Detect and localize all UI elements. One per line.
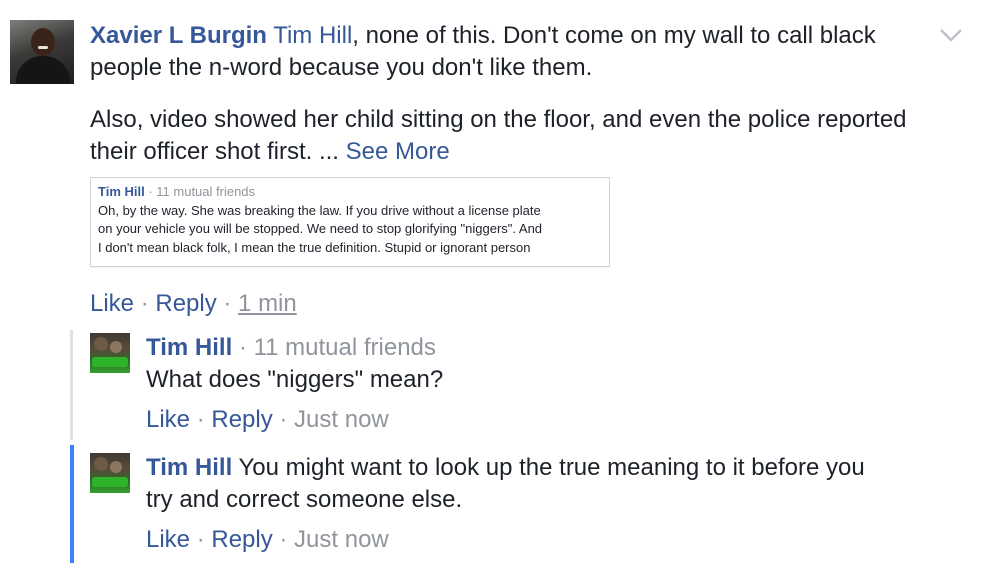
- reply-link[interactable]: Reply: [155, 290, 216, 317]
- timestamp[interactable]: Just now: [294, 406, 389, 433]
- quote-line-3: I don't mean black folk, I mean the true…: [98, 239, 531, 255]
- comment-line-1: Xavier L Burgin Tim Hill, none of this. …: [90, 20, 950, 52]
- like-link[interactable]: Like: [90, 290, 134, 317]
- reply-author[interactable]: Tim Hill: [146, 334, 232, 361]
- avatar-detail: [92, 357, 128, 367]
- avatar-detail: [110, 341, 122, 353]
- quote-line-2: on your vehicle you will be stopped. We …: [98, 221, 543, 236]
- reply-1-header: Tim Hill · 11 mutual friends: [146, 332, 443, 364]
- separator: ·: [272, 526, 295, 553]
- quote-meta: · 11 mutual friends: [144, 184, 256, 199]
- timestamp[interactable]: Just now: [294, 526, 389, 553]
- like-link[interactable]: Like: [146, 406, 190, 433]
- see-more-link[interactable]: See More: [346, 138, 450, 165]
- separator: ·: [190, 526, 212, 553]
- comment-mention[interactable]: Tim Hill: [273, 22, 352, 49]
- quoted-comment-image: Tim Hill · 11 mutual friends Oh, by the …: [90, 177, 610, 267]
- reply-author[interactable]: Tim Hill: [146, 454, 232, 481]
- reply-link[interactable]: Reply: [211, 406, 272, 433]
- reply-avatar[interactable]: [90, 453, 130, 493]
- reply-1-actions: Like · Reply · Just now: [146, 405, 389, 435]
- reply-1-body: Tim Hill · 11 mutual friends What does "…: [146, 332, 443, 396]
- timestamp-link[interactable]: 1 min: [238, 290, 297, 317]
- comment-para2-text: their officer shot first. ...: [90, 138, 339, 165]
- quote-name: Tim Hill: [98, 184, 145, 199]
- avatar-smile: [38, 46, 48, 49]
- reply-1-text: What does "niggers" mean?: [146, 366, 444, 393]
- like-link[interactable]: Like: [146, 526, 190, 553]
- separator: ·: [216, 290, 239, 317]
- comment-actions: Like · Reply · 1 min: [90, 289, 297, 319]
- separator: ·: [272, 406, 295, 433]
- reply-2-line-2: try and correct someone else.: [146, 486, 463, 513]
- comment-para2-line-1: Also, video showed her child sitting on …: [90, 106, 907, 133]
- quote-line-1: Oh, by the way. She was breaking the law…: [98, 202, 541, 218]
- reply-2-body: Tim Hill You might want to look up the t…: [146, 452, 966, 516]
- separator: ·: [190, 406, 212, 433]
- avatar[interactable]: [10, 20, 74, 84]
- comment-paragraph-2: Also, video showed her child sitting on …: [90, 104, 970, 168]
- avatar-detail: [92, 477, 128, 487]
- reply-2-actions: Like · Reply · Just now: [146, 525, 389, 555]
- separator: ·: [134, 290, 156, 317]
- comment-line-2: people the n-word because you don't like…: [90, 54, 593, 81]
- avatar-detail: [94, 457, 108, 471]
- comment-text-1: , none of this. Don't come on my wall to…: [352, 22, 876, 49]
- reply-2-line-1: Tim Hill You might want to look up the t…: [146, 452, 966, 484]
- comment-body: Xavier L Burgin Tim Hill, none of this. …: [90, 20, 950, 84]
- avatar-detail: [110, 461, 122, 473]
- reply-avatar[interactable]: [90, 333, 130, 373]
- comment-author[interactable]: Xavier L Burgin: [90, 22, 267, 49]
- reply-mutual-friends: · 11 mutual friends: [238, 334, 436, 361]
- avatar-detail: [94, 337, 108, 351]
- thread-line-active: [70, 445, 74, 563]
- avatar-shoulders: [16, 56, 70, 84]
- quote-header: Tim Hill · 11 mutual friends: [98, 183, 609, 202]
- reply-2-text-1: You might want to look up the true meani…: [238, 454, 865, 481]
- avatar-head: [31, 28, 55, 56]
- reply-link[interactable]: Reply: [211, 526, 272, 553]
- comment-para2-line-2: their officer shot first. ... See More: [90, 136, 970, 168]
- thread-line: [70, 330, 73, 440]
